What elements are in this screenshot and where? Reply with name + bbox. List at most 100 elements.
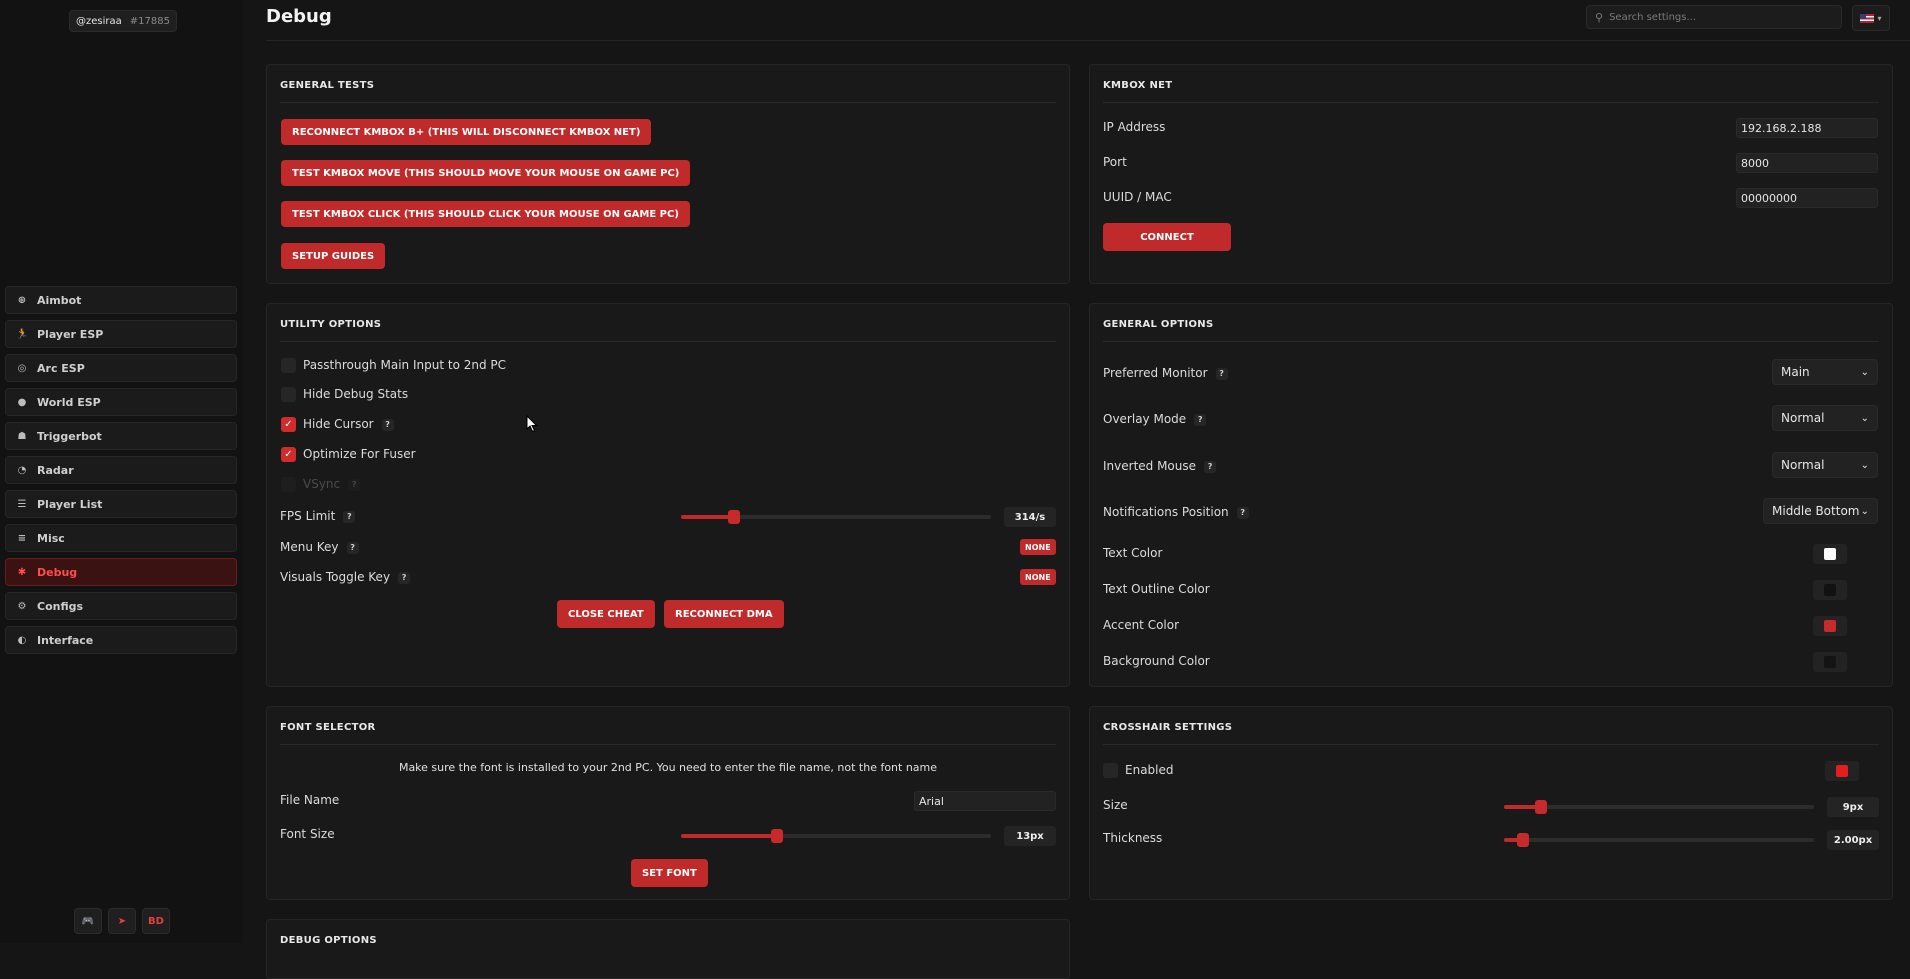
- sidebar-item-label: Interface: [37, 633, 94, 647]
- sidebar-item-aimbot[interactable]: ⊕ Aimbot: [5, 286, 237, 314]
- hide-cursor-row: Hide Cursor?: [303, 417, 394, 431]
- test-kmbox-move-button[interactable]: TEST KMBOX MOVE (THIS SHOULD MOVE YOUR M…: [281, 160, 691, 186]
- help-icon[interactable]: ?: [346, 541, 359, 554]
- sidebar-item-label: Radar: [37, 463, 74, 477]
- connect-button[interactable]: CONNECT: [1103, 223, 1231, 251]
- preferred-monitor-select[interactable]: Main ⌄: [1772, 359, 1878, 385]
- user-chip[interactable]: @zesiraa #17885: [69, 10, 177, 32]
- notifications-position-row: Notifications Position?: [1103, 505, 1249, 519]
- hide-debug-stats-checkbox[interactable]: [281, 387, 296, 402]
- font-size-slider[interactable]: [681, 829, 991, 843]
- file-name-label: File Name: [280, 793, 340, 807]
- select-value: Middle Bottom: [1772, 504, 1860, 518]
- slider-handle[interactable]: [771, 829, 784, 843]
- crosshair-color-picker[interactable]: [1825, 761, 1859, 781]
- sidebar-item-debug[interactable]: ✱ Debug: [5, 558, 237, 586]
- reconnect-kmbox-button[interactable]: RECONNECT KMBOX B+ (THIS WILL DISCONNECT…: [281, 119, 652, 145]
- hide-cursor-checkbox[interactable]: ✓: [281, 417, 296, 432]
- help-icon[interactable]: ?: [1215, 367, 1228, 380]
- visuals-key-button[interactable]: NONE: [1020, 569, 1056, 585]
- sidebar-item-label: Misc: [37, 531, 65, 545]
- slider-handle[interactable]: [1535, 800, 1548, 814]
- menu-icon: ≡: [17, 532, 27, 544]
- sidebar-item-world-esp[interactable]: ● World ESP: [5, 388, 237, 416]
- crosshair-size-label: Size: [1103, 798, 1128, 812]
- background-color-label: Background Color: [1103, 654, 1210, 668]
- text-color-label: Text Color: [1103, 546, 1163, 560]
- select-value: Normal: [1781, 458, 1825, 472]
- uuid-field[interactable]: 00000000: [1736, 188, 1878, 208]
- help-icon[interactable]: ?: [1194, 413, 1207, 426]
- user-tag: #17885: [129, 15, 170, 27]
- crosshair-thickness-value[interactable]: 2.00px: [1827, 830, 1879, 850]
- text-outline-color-picker[interactable]: [1813, 580, 1847, 600]
- text-color-picker[interactable]: [1813, 544, 1847, 564]
- fps-limit-slider[interactable]: [681, 510, 991, 524]
- fps-limit-value[interactable]: 314/s: [1004, 507, 1056, 527]
- overlay-mode-select[interactable]: Normal ⌄: [1772, 405, 1878, 431]
- color-swatch: [1836, 765, 1848, 777]
- sidebar-item-radar[interactable]: ◔ Radar: [5, 456, 237, 484]
- sidebar-item-triggerbot[interactable]: ☗ Triggerbot: [5, 422, 237, 450]
- bd-button[interactable]: BD: [142, 908, 170, 934]
- notifications-position-select[interactable]: Middle Bottom ⌄: [1763, 498, 1878, 524]
- sidebar-item-label: World ESP: [37, 395, 101, 409]
- help-icon[interactable]: ?: [343, 510, 356, 523]
- ip-address-field[interactable]: 192.168.2.188: [1736, 118, 1878, 138]
- help-icon[interactable]: ?: [1236, 506, 1249, 519]
- sidebar-item-player-esp[interactable]: 🏃 Player ESP: [5, 320, 237, 348]
- crosshair-enabled-checkbox[interactable]: [1103, 763, 1118, 778]
- help-icon[interactable]: ?: [398, 571, 411, 584]
- set-font-button[interactable]: SET FONT: [631, 859, 708, 887]
- crosshair-thickness-slider[interactable]: [1504, 833, 1814, 847]
- background-color-picker[interactable]: [1813, 652, 1847, 672]
- close-cheat-button[interactable]: CLOSE CHEAT: [557, 600, 655, 628]
- font-size-value[interactable]: 13px: [1004, 826, 1056, 846]
- sidebar-item-label: Triggerbot: [37, 429, 102, 443]
- sidebar-item-interface[interactable]: ◐ Interface: [5, 626, 237, 654]
- help-icon: ?: [348, 478, 361, 491]
- accent-color-picker[interactable]: [1813, 616, 1847, 636]
- search-input[interactable]: ⚲ Search settings...: [1586, 5, 1842, 29]
- test-kmbox-click-button[interactable]: TEST KMBOX CLICK (THIS SHOULD CLICK YOUR…: [281, 201, 690, 227]
- bug-icon: ✱: [17, 566, 27, 578]
- sidebar-item-label: Configs: [37, 599, 84, 613]
- debug-options-panel: DEBUG OPTIONS: [266, 919, 1070, 979]
- crosshair-size-value[interactable]: 9px: [1827, 797, 1879, 817]
- reconnect-dma-button[interactable]: RECONNECT DMA: [664, 600, 784, 628]
- slider-handle[interactable]: [727, 510, 740, 524]
- select-value: Main: [1781, 365, 1810, 379]
- sidebar-item-arc-esp[interactable]: ◎ Arc ESP: [5, 354, 237, 382]
- font-selector-panel: FONT SELECTOR Make sure the font is inst…: [266, 706, 1070, 900]
- optimize-fuser-checkbox[interactable]: ✓: [281, 447, 296, 462]
- setup-guides-button[interactable]: SETUP GUIDES: [281, 243, 386, 269]
- gamepad-icon[interactable]: 🎮: [74, 908, 102, 934]
- sidebar-item-player-list[interactable]: ☰ Player List: [5, 490, 237, 518]
- help-icon[interactable]: ?: [381, 418, 394, 431]
- slider-handle[interactable]: [1516, 833, 1529, 847]
- divider: [280, 341, 1056, 342]
- port-field[interactable]: 8000: [1736, 153, 1878, 173]
- slider-fill: [681, 515, 734, 519]
- menu-key-button[interactable]: NONE: [1020, 539, 1056, 555]
- sidebar: @zesiraa #17885 ⊕ Aimbot 🏃 Player ESP ◎ Arc E…: [0, 0, 243, 943]
- visuals-key-row: Visuals Toggle Key?: [280, 570, 411, 584]
- help-icon[interactable]: ?: [1204, 460, 1217, 473]
- vsync-row: VSync?: [303, 477, 361, 491]
- panel-title: KMBOX NET: [1103, 80, 1173, 91]
- panel-title: DEBUG OPTIONS: [280, 935, 377, 946]
- list-icon: ☰: [17, 498, 27, 510]
- language-selector[interactable]: ▾: [1852, 5, 1890, 31]
- divider: [1103, 744, 1879, 745]
- telegram-icon[interactable]: ➤: [108, 908, 136, 934]
- sidebar-item-configs[interactable]: ⚙ Configs: [5, 592, 237, 620]
- sidebar-item-misc[interactable]: ≡ Misc: [5, 524, 237, 552]
- menu-key-row: Menu Key?: [280, 540, 359, 554]
- file-name-field[interactable]: Arial: [914, 791, 1056, 811]
- passthrough-checkbox[interactable]: [281, 358, 296, 373]
- inverted-mouse-select[interactable]: Normal ⌄: [1772, 452, 1878, 478]
- chevron-down-icon: ▾: [1877, 13, 1882, 23]
- sidebar-item-label: Player List: [37, 497, 103, 511]
- utility-options-panel: UTILITY OPTIONS Passthrough Main Input t…: [266, 303, 1070, 687]
- crosshair-size-slider[interactable]: [1504, 800, 1814, 814]
